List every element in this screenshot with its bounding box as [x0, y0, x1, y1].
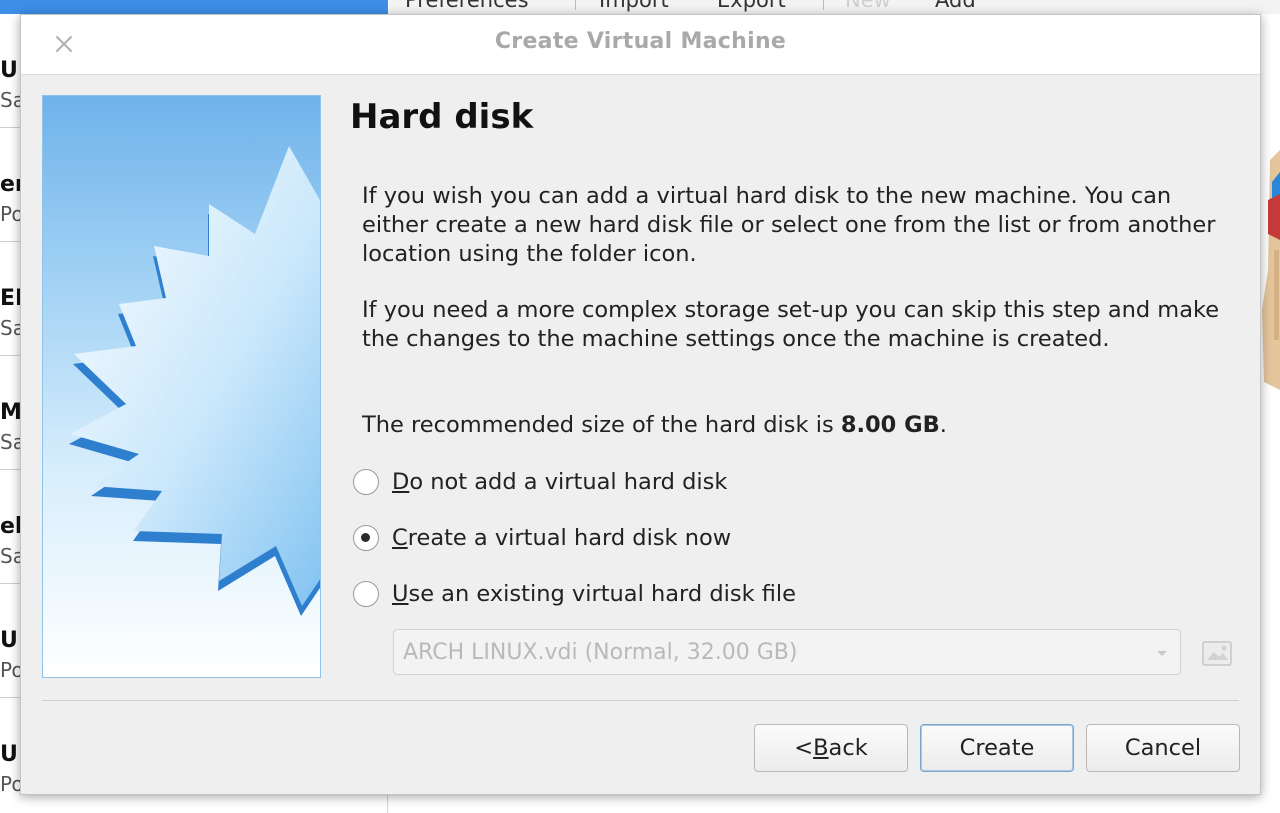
label-rest: o not add a virtual hard disk — [409, 469, 728, 495]
cancel-button[interactable]: Cancel — [1086, 724, 1240, 772]
create-button[interactable]: Create — [920, 724, 1074, 772]
option-create-disk[interactable]: Create a virtual hard disk now — [353, 521, 731, 555]
storage-paragraph: If you need a more complex storage set-u… — [362, 297, 1220, 352]
button-divider — [42, 700, 1239, 701]
vm-list-item[interactable]: MASa — [0, 356, 39, 470]
back-button[interactable]: < Back — [754, 724, 908, 772]
mnemonic: U — [392, 581, 409, 607]
vm-list-item[interactable]: U Po — [0, 584, 24, 698]
label-rest: se an existing virtual hard disk file — [408, 581, 797, 607]
mnemonic: D — [392, 469, 410, 495]
vm-name: U — [0, 742, 18, 767]
option-label: Use an existing virtual hard disk file — [392, 581, 796, 607]
dialog-title: Create Virtual Machine — [494, 29, 787, 54]
toolbar-export[interactable]: Export — [717, 0, 786, 12]
vm-name: U — [0, 628, 18, 653]
chevron-down-icon — [1157, 651, 1167, 656]
option-no-disk[interactable]: Do not add a virtual hard disk — [353, 465, 727, 499]
vm-list-item[interactable]: EN Sa — [0, 242, 33, 356]
label-rest: reate a virtual hard disk now — [407, 525, 732, 551]
toolbar-add[interactable]: Add — [935, 0, 976, 12]
starburst-icon — [69, 146, 320, 616]
option-label: Do not add a virtual hard disk — [392, 469, 727, 495]
toolbar-new[interactable]: New — [845, 0, 891, 12]
back-label-rest: ack — [828, 735, 868, 761]
dialog-titlebar: Create Virtual Machine — [21, 15, 1260, 75]
existing-disk-select-value: ARCH LINUX.vdi (Normal, 32.00 GB) — [403, 639, 798, 665]
vm-name: U — [0, 58, 18, 83]
mnemonic: C — [392, 525, 408, 551]
choose-disk-file-button[interactable] — [1199, 635, 1235, 671]
recommended-size-text: The recommended size of the hard disk is… — [362, 411, 1242, 440]
main-toolbar: Preferences Import Export New Add — [389, 0, 1280, 14]
recommended-size-suffix: . — [939, 412, 947, 438]
create-vm-dialog: Create Virtual Machine Hard disk If you … — [20, 14, 1261, 795]
radio-button-checked[interactable] — [353, 525, 379, 551]
radio-button[interactable] — [353, 469, 379, 495]
vm-list-selection — [0, 0, 388, 14]
mnemonic: B — [813, 735, 829, 761]
existing-disk-select[interactable]: ARCH LINUX.vdi (Normal, 32.00 GB) — [393, 629, 1181, 675]
recommended-size-value: 8.00 GB — [840, 412, 940, 438]
vm-list-item[interactable]: er Po — [0, 128, 26, 242]
toolbar-import[interactable]: Import — [599, 0, 669, 12]
toolbar-separator — [575, 0, 576, 10]
vm-list-item[interactable]: el Sa — [0, 470, 25, 584]
vm-list-item[interactable]: U Sa — [0, 14, 25, 128]
toolbar-separator — [823, 0, 824, 10]
radio-button[interactable] — [353, 581, 379, 607]
toolbar-preferences[interactable]: Preferences — [405, 0, 529, 12]
folder-icon — [1202, 641, 1232, 666]
vm-list-item[interactable]: U Po — [0, 698, 24, 812]
intro-paragraph: If you wish you can add a virtual hard d… — [362, 183, 1216, 267]
wizard-banner-image — [42, 95, 321, 678]
option-existing-disk[interactable]: Use an existing virtual hard disk file — [353, 577, 796, 611]
back-prefix: < — [794, 735, 814, 761]
page-heading: Hard disk — [350, 97, 534, 137]
option-label: Create a virtual hard disk now — [392, 525, 731, 551]
recommended-size-prefix: The recommended size of the hard disk is — [362, 412, 841, 438]
background-illustration — [1262, 150, 1280, 390]
